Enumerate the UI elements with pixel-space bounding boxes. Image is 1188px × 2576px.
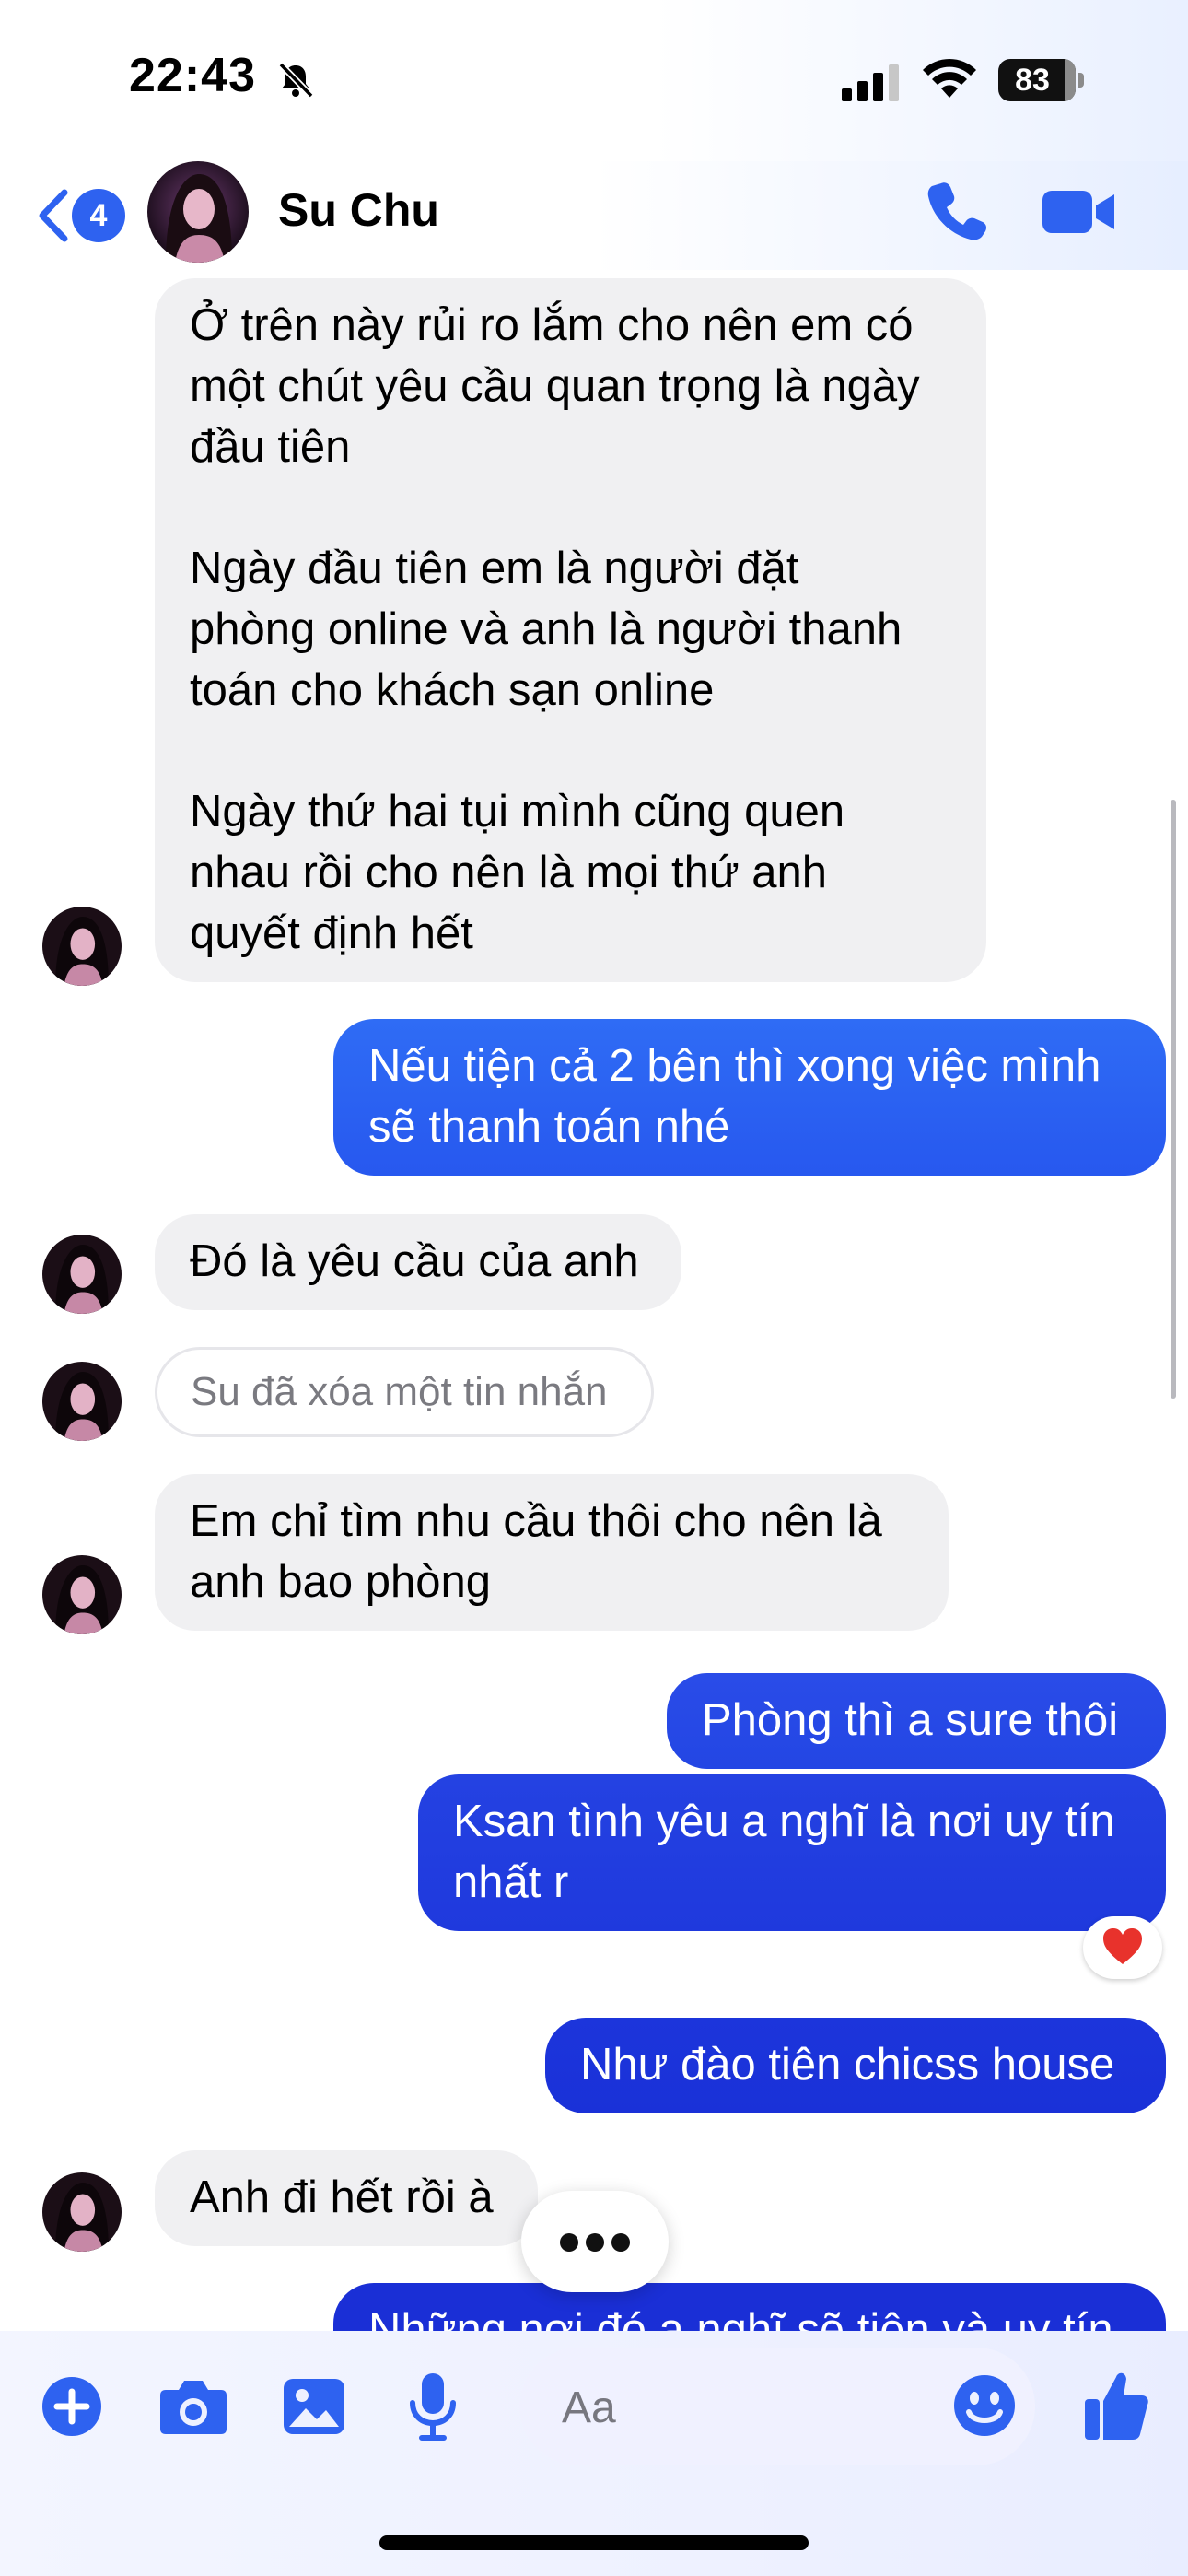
wifi-icon xyxy=(923,58,976,98)
contact-name[interactable]: Su Chu xyxy=(278,183,439,237)
message-input-placeholder: Aa xyxy=(562,2383,616,2432)
message-outgoing[interactable]: Như đào tiên chicss house xyxy=(545,2018,1166,2113)
unread-badge: 4 xyxy=(72,189,125,242)
typing-indicator xyxy=(521,2191,669,2292)
home-indicator[interactable] xyxy=(379,2535,809,2550)
cellular-signal-icon xyxy=(842,64,899,101)
contact-avatar-small[interactable] xyxy=(42,907,122,986)
camera-icon[interactable] xyxy=(158,2377,228,2436)
scrollbar[interactable] xyxy=(1171,800,1176,1399)
avatar-image xyxy=(42,1235,122,1314)
message-incoming[interactable]: Đó là yêu cầu của anh xyxy=(155,1214,681,1310)
status-bar: 22:43 83 xyxy=(0,0,1188,161)
heart-reaction[interactable] xyxy=(1083,1916,1162,1979)
contact-avatar-small[interactable] xyxy=(42,1555,122,1634)
battery-indicator: 83 xyxy=(998,59,1085,101)
message-outgoing[interactable]: Phòng thì a sure thôi xyxy=(667,1673,1166,1769)
contact-avatar-small[interactable] xyxy=(42,1235,122,1314)
thumbs-up-icon[interactable] xyxy=(1083,2368,1149,2441)
silent-bell-icon xyxy=(278,62,314,99)
heart-icon xyxy=(1103,1928,1142,1964)
message-incoming[interactable]: Anh đi hết rồi à xyxy=(155,2150,538,2246)
avatar-image xyxy=(42,907,122,986)
message-outgoing[interactable]: Ksan tình yêu a nghĩ là nơi uy tín nhất … xyxy=(418,1774,1166,1931)
microphone-icon[interactable] xyxy=(409,2371,457,2441)
contact-avatar-small[interactable] xyxy=(42,1362,122,1441)
deleted-message-notice: Su đã xóa một tin nhắn xyxy=(155,1347,654,1437)
message-outgoing[interactable]: Nếu tiện cả 2 bên thì xong việc mình sẽ … xyxy=(333,1019,1166,1176)
plus-icon[interactable] xyxy=(41,2375,103,2438)
avatar-image xyxy=(42,2172,122,2252)
contact-avatar[interactable] xyxy=(147,161,249,263)
contact-avatar-small[interactable] xyxy=(42,2172,122,2252)
chevron-left-icon xyxy=(39,189,68,242)
chat-header: 4 Su Chu xyxy=(0,161,1188,270)
back-button[interactable]: 4 xyxy=(35,181,127,246)
avatar-image xyxy=(147,161,249,263)
message-incoming[interactable]: Em chỉ tìm nhu cầu thôi cho nên là anh b… xyxy=(155,1474,949,1631)
emoji-icon[interactable] xyxy=(952,2373,1017,2438)
status-time: 22:43 xyxy=(129,49,256,102)
message-incoming[interactable]: Ở trên này rủi ro lắm cho nên em có một … xyxy=(155,278,986,982)
avatar-image xyxy=(42,1555,122,1634)
battery-level: 83 xyxy=(1015,63,1050,98)
video-camera-icon[interactable] xyxy=(1042,187,1116,237)
photo-icon[interactable] xyxy=(282,2377,346,2436)
avatar-image xyxy=(42,1362,122,1441)
phone-icon[interactable] xyxy=(925,178,989,242)
